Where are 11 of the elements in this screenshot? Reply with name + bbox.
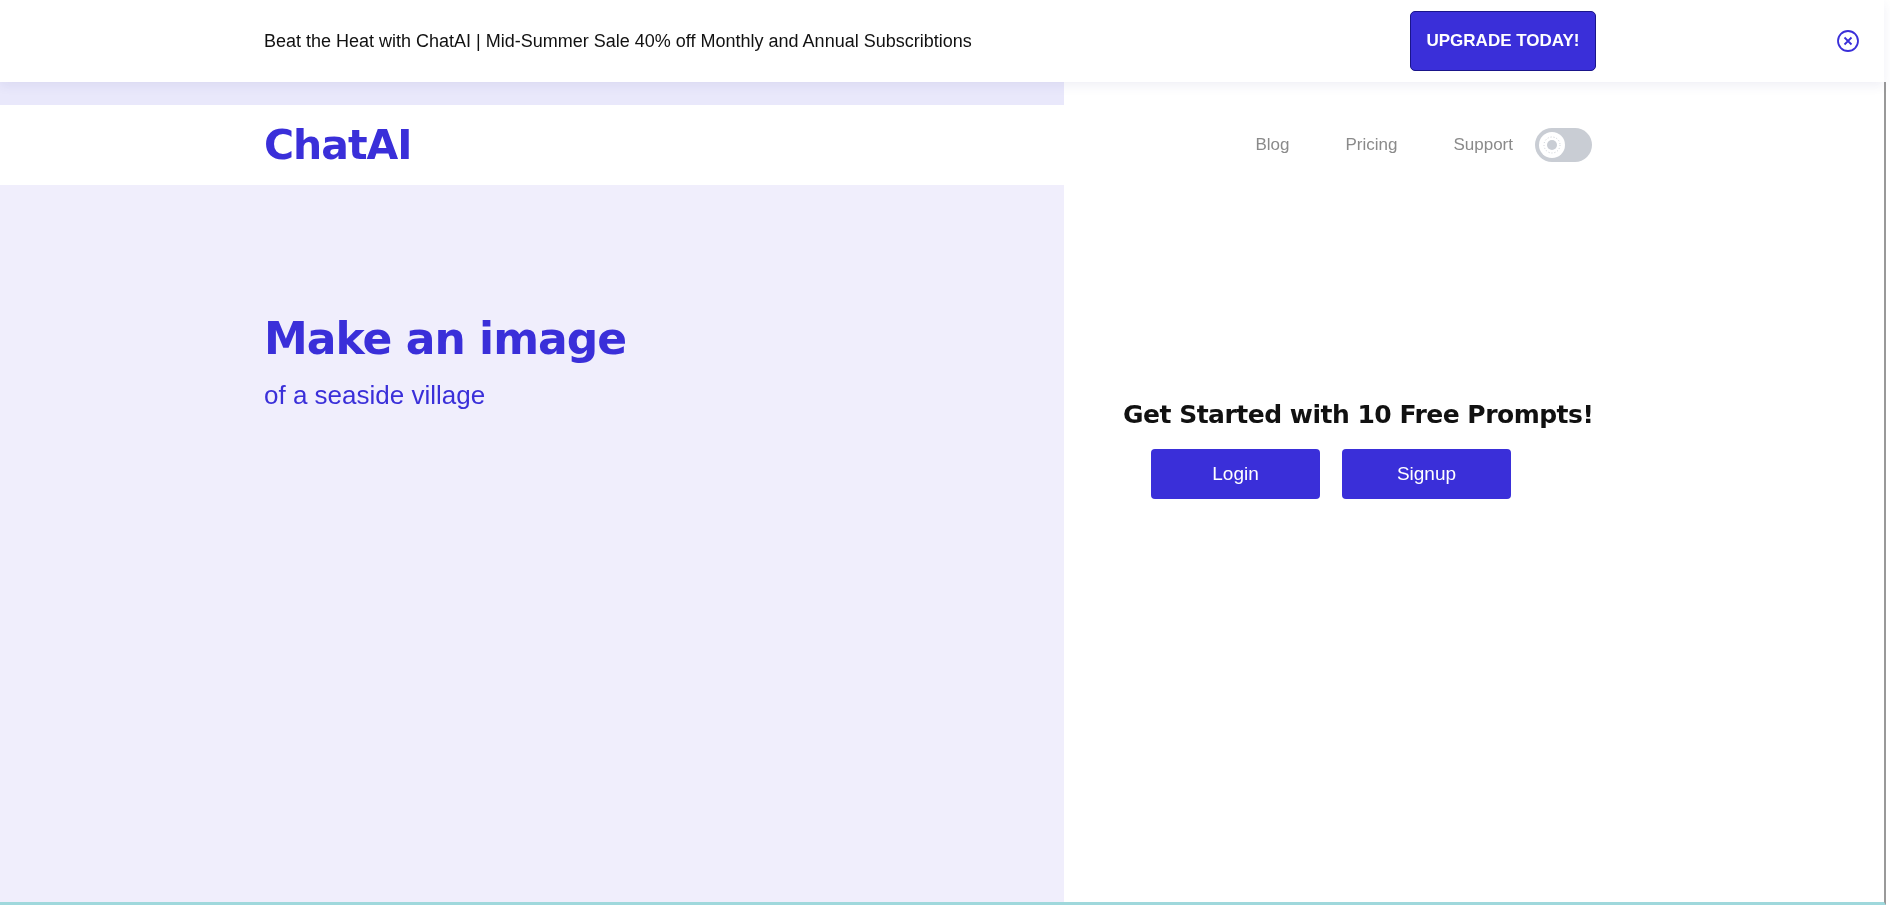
close-icon[interactable] (1836, 29, 1860, 53)
auth-button[interactable]: Signup (1342, 449, 1511, 499)
hero-subtitle: of a seaside village (264, 380, 487, 411)
promo-text: Beat the Heat with ChatAI | Mid-Summer Sale 40% off Monthly and Annual Subscribtions (264, 30, 973, 52)
hero-title: Make an image (264, 313, 627, 364)
theme-toggle[interactable] (1535, 128, 1592, 162)
upgrade-button[interactable]: UPGRADE TODAY! (1410, 11, 1596, 71)
auth-button[interactable]: Login (1151, 449, 1320, 499)
logo[interactable]: ChatAI (264, 121, 412, 169)
signup-heading: Get Started with 10 Free Prompts! (1123, 400, 1595, 429)
sun-icon (1539, 132, 1565, 158)
